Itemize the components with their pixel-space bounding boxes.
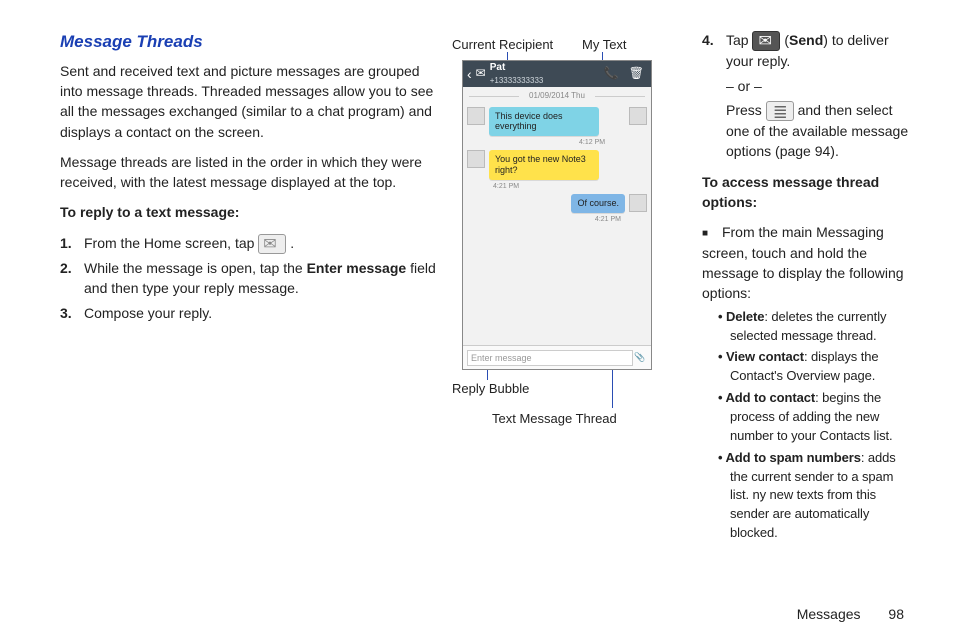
reply-heading: To reply to a text message: [60,202,440,222]
phone-figure: Current Recipient My Text Reply Bubble T… [452,30,662,546]
access-heading: To access message thread options: [702,172,914,213]
step-4: 4. Tap (Send) to deliver your reply. – o… [702,30,914,162]
step-3-text: Compose your reply. [84,303,440,323]
timestamp-3: 4:21 PM [463,215,627,225]
avatar-icon [629,194,647,212]
enter-message-field[interactable]: Enter message [467,350,633,366]
outgoing-bubble-yellow: You got the new Note3 right? [489,150,599,180]
option-add-to-contact: Add to contact: begins the process of ad… [730,389,914,446]
timestamp-1: 4:12 PM [573,138,651,148]
step-4-send-bold: Send [789,32,823,48]
or-line: – or – [726,76,914,96]
call-icon: 📞 [601,65,622,82]
incoming-bubble-1: This device does everything [489,107,599,137]
step-1: 1. From the Home screen, tap . [60,233,440,254]
attach-icon: 📎 [633,351,647,364]
phone-header: ‹ ✉ Pat +13333333333 📞 🗑 [463,61,651,87]
footer-page-number: 98 [888,606,904,622]
step-3: 3. Compose your reply. [60,303,440,323]
label-reply-bubble: Reply Bubble [452,380,529,399]
label-my-text: My Text [582,36,627,55]
avatar-icon [629,107,647,125]
access-intro: From the main Messaging screen, touch an… [702,222,914,543]
avatar-icon [467,107,485,125]
date-divider: 01/09/2014 Thu [463,87,651,105]
paragraph-1: Sent and received text and picture messa… [60,61,440,142]
section-heading: Message Threads [60,30,440,55]
access-intro-text: From the main Messaging screen, touch an… [702,224,904,301]
back-icon: ‹ [467,64,472,84]
menu-icon [766,101,794,121]
timestamp-2: 4:21 PM [487,182,651,192]
send-icon [752,31,780,51]
footer-section: Messages [797,606,861,622]
step-2-bold: Enter message [307,260,407,276]
option-delete: Delete: deletes the currently selected m… [730,308,914,346]
step-4-text-a: Tap [726,32,752,48]
label-current-recipient: Current Recipient [452,36,553,55]
envelope-icon: ✉ [476,65,486,82]
option-add-to-spam: Add to spam numbers: adds the current se… [730,449,914,543]
step-1-text-b: . [290,235,294,251]
option-view-contact: View contact: displays the Contact's Ove… [730,348,914,386]
message-input-bar: Enter message 📎 [463,345,651,369]
page-footer: Messages 98 [797,606,904,622]
step-1-text-a: From the Home screen, tap [84,235,258,251]
step-2: 2. While the message is open, tap the En… [60,258,440,299]
trash-icon: 🗑 [626,65,647,82]
outgoing-bubble-blue: Of course. [571,194,625,213]
step-2-text-a: While the message is open, tap the [84,260,307,276]
messaging-icon [258,234,286,254]
contact-number: +13333333333 [490,75,544,87]
label-text-thread: Text Message Thread [492,410,617,429]
avatar-icon [467,150,485,168]
press-text-a: Press [726,102,766,118]
paragraph-2: Message threads are listed in the order … [60,152,440,193]
contact-name: Pat [490,62,506,73]
